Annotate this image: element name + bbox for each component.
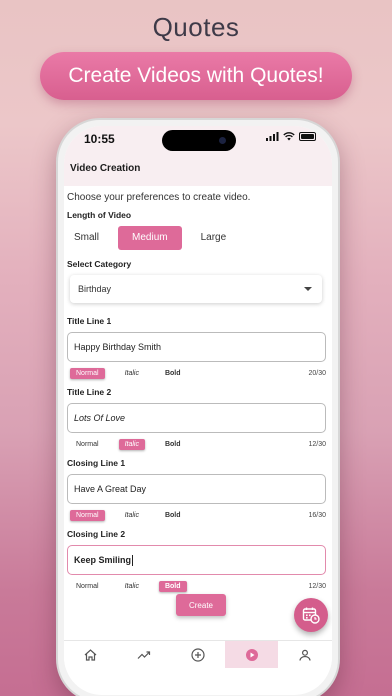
- closing-line-1-value: Have A Great Day: [74, 484, 147, 494]
- title-line-2-label: Title Line 2: [67, 387, 112, 397]
- phone-frame: 10:55 Video Creation Choose your prefere…: [56, 118, 340, 696]
- format-italic-option[interactable]: Italic: [119, 510, 145, 521]
- promo-banner: Create Videos with Quotes!: [40, 52, 352, 100]
- format-normal-option[interactable]: Normal: [70, 581, 105, 592]
- text-cursor: [132, 554, 134, 566]
- closing-line-1-label: Closing Line 1: [67, 458, 126, 468]
- format-italic-option[interactable]: Italic: [119, 581, 145, 592]
- tab-profile[interactable]: [278, 641, 332, 668]
- status-bar: 10:55: [64, 126, 332, 156]
- status-icons: [266, 132, 316, 141]
- category-dropdown[interactable]: Birthday: [70, 275, 322, 303]
- tab-trending[interactable]: [118, 641, 172, 668]
- closing-line-2-label: Closing Line 2: [67, 529, 126, 539]
- length-small-option[interactable]: Small: [67, 226, 106, 250]
- tab-home[interactable]: [64, 641, 118, 668]
- page-headline: Quotes: [152, 12, 240, 42]
- form-content: Choose your preferences to create video.…: [64, 192, 332, 600]
- length-options: Small Medium Large: [67, 226, 326, 250]
- closing-line-1-format: Normal Italic Bold 16/30: [67, 508, 326, 522]
- category-label: Select Category: [67, 259, 132, 269]
- schedule-fab[interactable]: [294, 598, 328, 632]
- trending-icon: [137, 650, 151, 659]
- signal-icon: [266, 132, 279, 141]
- home-icon: [84, 648, 97, 661]
- nav-bar: Video Creation: [64, 156, 332, 186]
- intro-text: Choose your preferences to create video.: [67, 192, 251, 203]
- title-line-1-label: Title Line 1: [67, 316, 112, 326]
- char-counter: 16/30: [308, 511, 326, 519]
- status-time: 10:55: [84, 132, 115, 146]
- title-line-2-format: Normal Italic Bold 12/30: [67, 437, 326, 451]
- format-normal-option[interactable]: Normal: [70, 509, 105, 521]
- title-line-2-input[interactable]: Lots Of Love: [67, 403, 326, 433]
- char-counter: 20/30: [308, 369, 326, 377]
- profile-icon: [299, 649, 311, 661]
- wifi-icon: [283, 132, 295, 141]
- format-bold-option[interactable]: Bold: [158, 580, 187, 592]
- format-italic-option[interactable]: Italic: [119, 368, 145, 379]
- closing-line-2-format: Normal Italic Bold 12/30: [67, 579, 326, 593]
- dynamic-island: [162, 130, 236, 151]
- closing-line-1-input[interactable]: Have A Great Day: [67, 474, 326, 504]
- tab-bar: [64, 640, 332, 668]
- calendar-clock-icon: [302, 607, 320, 624]
- app-screen: 10:55 Video Creation Choose your prefere…: [64, 126, 332, 695]
- category-value: Birthday: [78, 284, 112, 294]
- add-circle-icon: [191, 647, 205, 662]
- format-bold-option[interactable]: Bold: [159, 510, 187, 521]
- format-normal-option[interactable]: Normal: [70, 367, 105, 379]
- format-bold-option[interactable]: Bold: [159, 368, 187, 379]
- format-normal-option[interactable]: Normal: [70, 439, 105, 450]
- tab-add[interactable]: [171, 641, 225, 668]
- nav-title: Video Creation: [70, 163, 141, 174]
- length-large-option[interactable]: Large: [194, 226, 234, 250]
- title-line-2-value: Lots Of Love: [74, 413, 126, 423]
- title-line-1-format: Normal Italic Bold 20/30: [67, 366, 326, 380]
- battery-icon: [299, 132, 316, 141]
- tab-videos[interactable]: [224, 641, 279, 668]
- char-counter: 12/30: [308, 582, 326, 590]
- length-label: Length of Video: [67, 210, 132, 220]
- closing-line-2-value: Keep Smiling: [74, 555, 132, 565]
- title-line-1-value: Happy Birthday Smith: [74, 342, 162, 352]
- chevron-down-icon: [304, 287, 312, 291]
- length-medium-option[interactable]: Medium: [118, 226, 182, 250]
- format-bold-option[interactable]: Bold: [159, 439, 187, 450]
- format-italic-option[interactable]: Italic: [118, 438, 145, 450]
- play-icon: [245, 648, 258, 661]
- closing-line-2-input[interactable]: Keep Smiling: [67, 545, 326, 575]
- title-line-1-input[interactable]: Happy Birthday Smith: [67, 332, 326, 362]
- create-button[interactable]: Create: [176, 594, 226, 616]
- char-counter: 12/30: [308, 440, 326, 448]
